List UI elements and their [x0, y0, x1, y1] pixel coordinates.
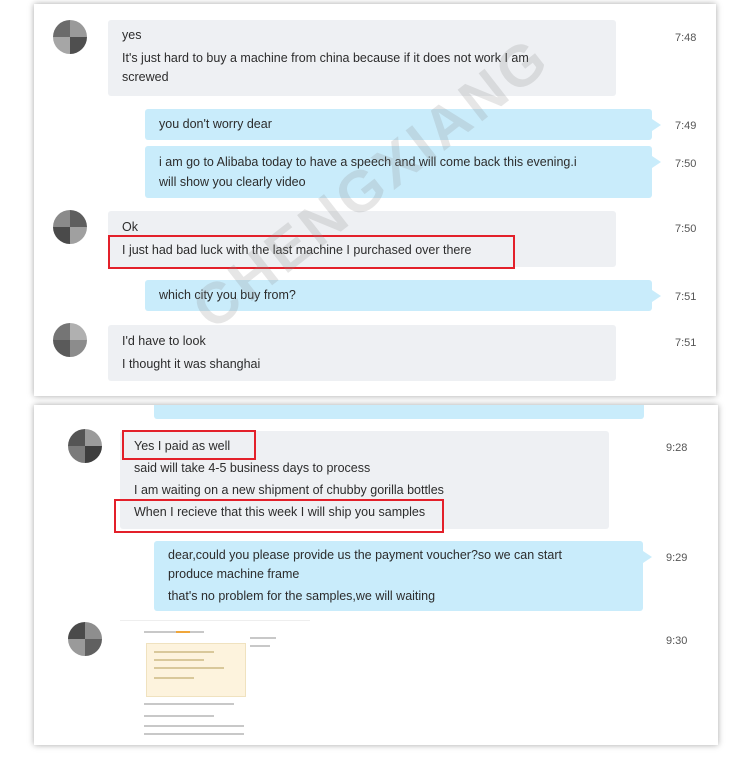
message-timestamp: 7:49 [675, 120, 697, 132]
message-timestamp: 7:51 [675, 291, 697, 303]
highlight-box [122, 430, 256, 460]
message-text: said will take 4-5 business days to proc… [134, 461, 371, 475]
contact-avatar[interactable] [68, 429, 102, 463]
message-bubble-outgoing-partial [154, 405, 644, 419]
message-timestamp: 9:28 [666, 442, 688, 454]
message-text: dear,could you please provide us the pay… [168, 548, 562, 562]
message-text: you don't worry dear [159, 117, 272, 131]
message-timestamp: 9:29 [666, 552, 688, 564]
message-text: that's no problem for the samples,we wil… [168, 589, 436, 603]
contact-avatar[interactable] [53, 323, 87, 357]
message-timestamp: 7:50 [675, 223, 697, 235]
message-bubble-outgoing[interactable]: dear,could you please provide us the pay… [154, 541, 652, 611]
payment-voucher-image[interactable] [120, 620, 310, 741]
message-text: will show you clearly video [159, 175, 306, 189]
message-timestamp: 9:30 [666, 635, 688, 647]
contact-avatar[interactable] [68, 622, 102, 656]
message-timestamp: 7:50 [675, 158, 697, 170]
message-text: screwed [122, 70, 169, 84]
message-timestamp: 7:48 [675, 32, 697, 44]
message-text: yes [122, 28, 142, 42]
message-timestamp: 7:51 [675, 337, 697, 349]
message-bubble-incoming[interactable]: I'd have to look I thought it was shangh… [108, 325, 616, 381]
message-text: I'd have to look [122, 334, 206, 348]
message-text: I thought it was shanghai [122, 357, 261, 371]
message-text: I am waiting on a new shipment of chubby… [134, 483, 444, 497]
highlight-box [114, 499, 444, 533]
contact-avatar[interactable] [53, 210, 87, 244]
message-text: produce machine frame [168, 567, 300, 581]
contact-avatar[interactable] [53, 20, 87, 54]
